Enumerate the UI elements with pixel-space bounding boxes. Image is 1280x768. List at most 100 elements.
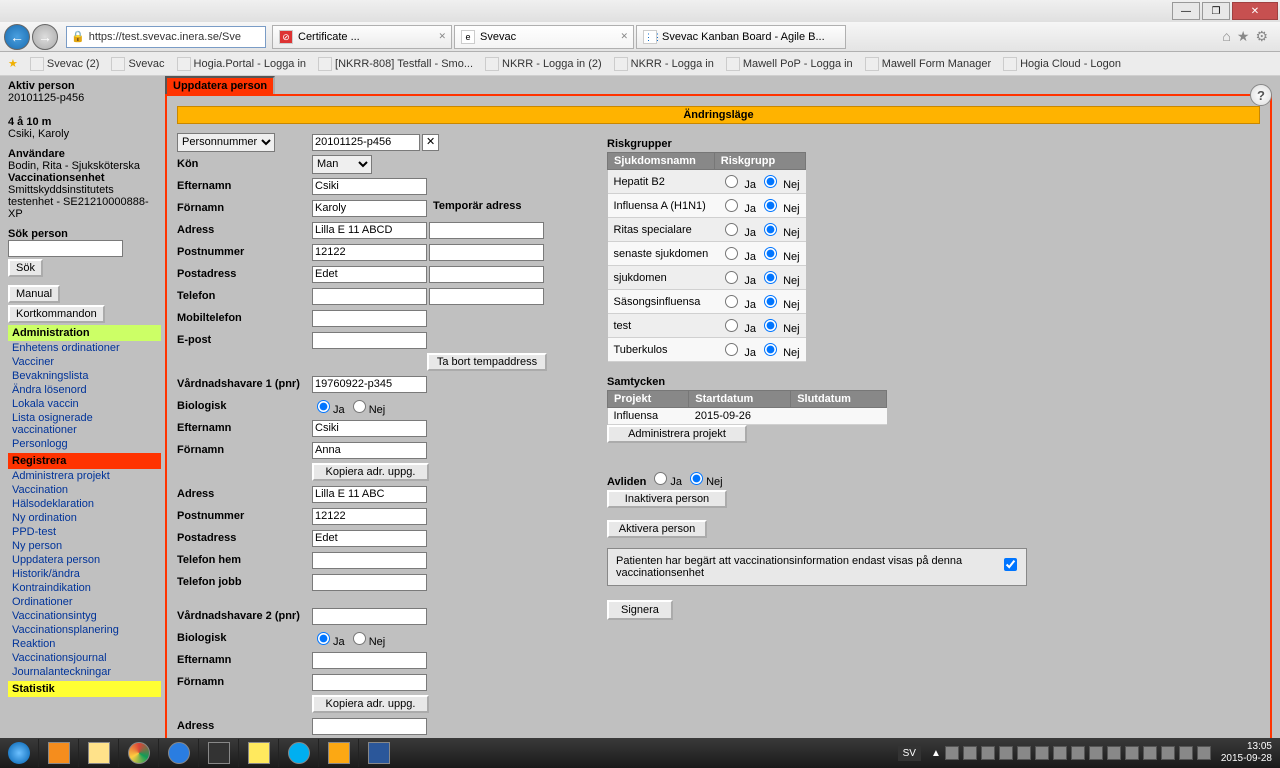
tray-icon[interactable] (981, 746, 995, 760)
close-button[interactable]: ✕ (1232, 2, 1278, 20)
menu-item[interactable]: Lokala vaccin (8, 397, 161, 411)
tray-icon[interactable] (1089, 746, 1103, 760)
temp-adress-input[interactable] (429, 222, 544, 239)
menu-item[interactable]: Kontraindikation (8, 581, 161, 595)
task-vm[interactable] (198, 739, 238, 767)
tab-svevac[interactable]: e Svevac ✕ (454, 25, 634, 49)
fornamn-input[interactable] (312, 200, 427, 217)
v1-kopiera-button[interactable]: Kopiera adr. uppg. (312, 463, 429, 481)
sok-person-input[interactable] (8, 240, 123, 257)
adress-input[interactable] (312, 222, 427, 239)
menu-item[interactable]: Ordinationer (8, 595, 161, 609)
risk-nej[interactable] (764, 223, 777, 236)
kon-select[interactable]: Man (312, 155, 372, 174)
bookmark[interactable]: Mawell Form Manager (865, 57, 991, 71)
menu-item[interactable]: Journalanteckningar (8, 665, 161, 679)
menu-item[interactable]: Historik/ändra (8, 567, 161, 581)
task-mediaplayer[interactable] (38, 739, 78, 767)
back-button[interactable]: ← (4, 24, 30, 50)
tray-icon[interactable] (1197, 746, 1211, 760)
avliden-ja[interactable] (654, 472, 667, 485)
bookmark[interactable]: [NKRR-808] Testfall - Smo... (318, 57, 473, 71)
home-icon[interactable]: ⌂ (1222, 28, 1230, 45)
tray-icon[interactable] (1107, 746, 1121, 760)
task-skype[interactable] (278, 739, 318, 767)
task-chrome[interactable] (118, 739, 158, 767)
help-icon[interactable]: ? (1250, 84, 1272, 106)
risk-ja[interactable] (725, 295, 738, 308)
bookmark[interactable]: NKRR - Logga in (2) (485, 57, 602, 71)
risk-ja[interactable] (725, 199, 738, 212)
tab-kanban[interactable]: ⋮⋮ Svevac Kanban Board - Agile B... (636, 25, 846, 49)
mobil-input[interactable] (312, 310, 427, 327)
risk-ja[interactable] (725, 223, 738, 236)
v2-bio-ja[interactable] (317, 632, 330, 645)
tray-icon[interactable] (1071, 746, 1085, 760)
maximize-button[interactable]: ❐ (1202, 2, 1230, 20)
menu-item[interactable]: Bevakningslista (8, 369, 161, 383)
tray-icon[interactable] (1053, 746, 1067, 760)
avliden-nej[interactable] (690, 472, 703, 485)
menu-item[interactable]: Vaccinationsjournal (8, 651, 161, 665)
bookmark[interactable]: Hogia.Portal - Logga in (177, 57, 307, 71)
v2-fornamn-input[interactable] (312, 674, 427, 691)
lang-indicator[interactable]: SV (898, 746, 921, 761)
tray-icon[interactable] (1143, 746, 1157, 760)
bookmark[interactable]: Svevac (2) (30, 57, 100, 71)
postnr-input[interactable] (312, 244, 427, 261)
consent-checkbox[interactable] (1004, 558, 1017, 571)
tray-icon[interactable] (999, 746, 1013, 760)
risk-ja[interactable] (725, 343, 738, 356)
manual-button[interactable]: Manual (8, 285, 60, 303)
v1-postadr-input[interactable] (312, 530, 427, 547)
v1-fornamn-input[interactable] (312, 442, 427, 459)
task-notes[interactable] (238, 739, 278, 767)
tray-icon[interactable] (945, 746, 959, 760)
v1-bio-nej[interactable] (353, 400, 366, 413)
menu-item[interactable]: Reaktion (8, 637, 161, 651)
forward-button[interactable]: → (32, 24, 58, 50)
temp-postadr-input[interactable] (429, 266, 544, 283)
temp-tel-input[interactable] (429, 288, 544, 305)
v2-adress-input[interactable] (312, 718, 427, 735)
menu-item[interactable]: Vaccinationsplanering (8, 623, 161, 637)
v2-efternamn-input[interactable] (312, 652, 427, 669)
clear-id-icon[interactable]: ✕ (422, 134, 439, 151)
minimize-button[interactable]: — (1172, 2, 1200, 20)
task-outlook[interactable] (318, 739, 358, 767)
aktivera-button[interactable]: Aktivera person (607, 520, 707, 538)
bookmark[interactable]: NKRR - Logga in (614, 57, 714, 71)
kortkommandon-button[interactable]: Kortkommandon (8, 305, 105, 323)
bookmark[interactable]: Svevac (111, 57, 164, 71)
risk-nej[interactable] (764, 175, 777, 188)
administrera-projekt-button[interactable]: Administrera projekt (607, 425, 747, 443)
v1-teljobb-input[interactable] (312, 574, 427, 591)
task-word[interactable] (358, 739, 398, 767)
tray-icon[interactable] (1179, 746, 1193, 760)
v1-bio-ja[interactable] (317, 400, 330, 413)
risk-nej[interactable] (764, 199, 777, 212)
bookmark[interactable]: Mawell PoP - Logga in (726, 57, 853, 71)
v2-kopiera-button[interactable]: Kopiera adr. uppg. (312, 695, 429, 713)
menu-item[interactable]: Personlogg (8, 437, 161, 451)
tab-certificate[interactable]: ⊘ Certificate ... ✕ (272, 25, 452, 49)
risk-ja[interactable] (725, 175, 738, 188)
menu-item[interactable]: Administrera projekt (8, 469, 161, 483)
menu-item[interactable]: Hälsodeklaration (8, 497, 161, 511)
inaktivera-button[interactable]: Inaktivera person (607, 490, 727, 508)
tray-icon[interactable] (1035, 746, 1049, 760)
efternamn-input[interactable] (312, 178, 427, 195)
menu-item[interactable]: Ny ordination (8, 511, 161, 525)
menu-item[interactable]: Vacciner (8, 355, 161, 369)
v1-telhem-input[interactable] (312, 552, 427, 569)
bookmark[interactable]: Hogia Cloud - Logon (1003, 57, 1121, 71)
menu-item[interactable]: Ändra lösenord (8, 383, 161, 397)
v2-bio-nej[interactable] (353, 632, 366, 645)
signera-button[interactable]: Signera (607, 600, 673, 620)
v1-efternamn-input[interactable] (312, 420, 427, 437)
start-button[interactable] (0, 739, 38, 767)
fav-star-icon[interactable]: ★ (8, 57, 18, 70)
menu-item[interactable]: Vaccination (8, 483, 161, 497)
tel-input[interactable] (312, 288, 427, 305)
tray-icon[interactable] (1161, 746, 1175, 760)
